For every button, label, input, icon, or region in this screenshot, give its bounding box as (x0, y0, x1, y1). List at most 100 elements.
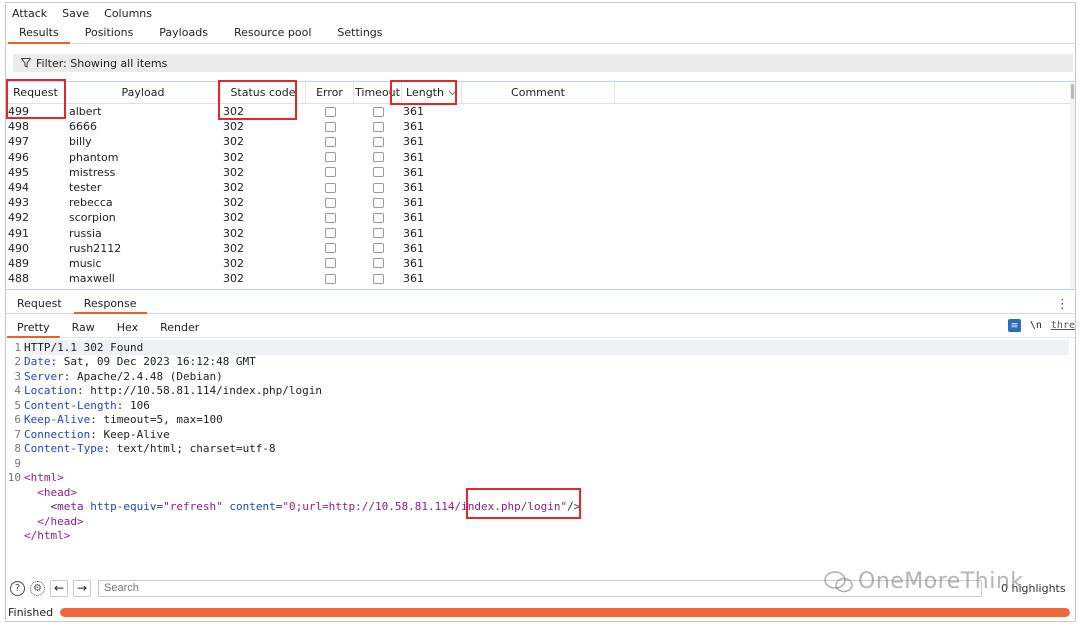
cell-request: 497 (8, 135, 29, 149)
error-checkbox[interactable] (324, 258, 336, 269)
tab-raw[interactable]: Raw (61, 321, 106, 337)
header-name: Date (24, 355, 51, 369)
cell-status-code: 302 (223, 256, 244, 270)
cell-payload: rebecca (69, 196, 113, 210)
table-row[interactable]: 493 rebecca 302 361 (6, 195, 1075, 210)
previous-arrow-icon[interactable]: ← (50, 579, 68, 597)
table-row[interactable]: 491 russia 302 361 (6, 226, 1075, 241)
timeout-checkbox[interactable] (372, 212, 384, 223)
column-header-payload[interactable]: Payload (66, 82, 221, 103)
error-checkbox[interactable] (324, 243, 336, 254)
table-row[interactable]: 498 6666 302 361 (6, 119, 1075, 134)
line-number: 6 (14, 413, 21, 427)
error-checkbox[interactable] (324, 136, 336, 147)
tab-render[interactable]: Render (149, 321, 210, 337)
status-line: HTTP/1.1 302 Found (24, 340, 144, 354)
table-row[interactable]: 489 music 302 361 (6, 256, 1075, 271)
timeout-checkbox[interactable] (372, 106, 384, 117)
cell-payload: mistress (69, 165, 116, 179)
menu-save[interactable]: Save (62, 7, 89, 20)
timeout-checkbox[interactable] (372, 167, 384, 178)
help-icon[interactable]: ? (10, 580, 25, 596)
column-header-timeout[interactable]: Timeout (354, 82, 402, 103)
menu-attack[interactable]: Attack (12, 7, 47, 20)
code-line: 10 <html> (6, 471, 1075, 486)
error-checkbox[interactable] (324, 228, 336, 239)
table-row[interactable]: 499 albert 302 361 (6, 104, 1075, 119)
column-header-comment[interactable]: Comment (462, 82, 615, 103)
tab-positions[interactable]: Positions (72, 26, 147, 43)
table-row[interactable]: 488 maxwell 302 361 (6, 271, 1075, 286)
cell-timeout (354, 271, 402, 286)
tab-request[interactable]: Request (6, 297, 73, 313)
error-checkbox[interactable] (324, 167, 336, 178)
table-row[interactable]: 496 phantom 302 361 (6, 150, 1075, 165)
line-number: 1 (14, 340, 21, 354)
cell-request: 495 (8, 165, 29, 179)
meta-value-refresh: "refresh" (163, 500, 223, 514)
code-line: </html> (6, 529, 1075, 544)
cell-timeout (354, 226, 402, 241)
timeout-checkbox[interactable] (372, 258, 384, 269)
menu-columns[interactable]: Columns (104, 7, 152, 20)
error-checkbox[interactable] (324, 197, 336, 208)
more-options-icon[interactable]: ⋮ (1056, 297, 1069, 312)
cell-timeout (354, 119, 402, 134)
meta-value-url-path: /index.php/login" (454, 500, 568, 514)
tab-resource-pool[interactable]: Resource pool (221, 26, 324, 43)
table-row[interactable]: 494 tester 302 361 (6, 180, 1075, 195)
code-line: 8 Content-Type: text/html; charset=utf-8 (6, 442, 1075, 457)
show-newlines-icon[interactable]: \n (1030, 320, 1042, 331)
error-checkbox[interactable] (324, 121, 336, 132)
cell-payload: russia (69, 226, 102, 240)
response-editor[interactable]: 1 HTTP/1.1 302 Found 2 Date: Sat, 09 Dec 2… (6, 340, 1075, 572)
meta-attr-http-equiv: http-equiv (90, 500, 157, 514)
settings-gear-icon[interactable]: ⚙ (30, 580, 45, 596)
error-checkbox[interactable] (324, 152, 336, 163)
code-line: 9 (6, 456, 1075, 471)
filter-bar[interactable]: Filter: Showing all items (13, 54, 1073, 72)
column-header-request[interactable]: Request (6, 82, 66, 103)
error-checkbox[interactable] (324, 212, 336, 223)
header-value: 106 (129, 398, 150, 412)
cell-comment (462, 195, 615, 210)
error-checkbox[interactable] (324, 273, 336, 284)
tab-results[interactable]: Results (6, 26, 72, 44)
tab-payloads[interactable]: Payloads (146, 26, 221, 43)
results-table: Request Payload Status code Error Timeou… (6, 81, 1075, 290)
code-line: 2 Date: Sat, 09 Dec 2023 16:12:48 GMT (6, 355, 1075, 370)
table-row[interactable]: 497 billy 302 361 (6, 134, 1075, 149)
cell-request: 489 (8, 256, 29, 270)
tab-response[interactable]: Response (73, 297, 148, 314)
tab-hex[interactable]: Hex (106, 321, 149, 337)
cell-filler (615, 165, 1075, 180)
inspector-toggle-icon[interactable]: thre (1051, 320, 1075, 331)
cell-comment (462, 210, 615, 225)
column-header-error[interactable]: Error (306, 82, 354, 103)
timeout-checkbox[interactable] (372, 152, 384, 163)
timeout-checkbox[interactable] (372, 182, 384, 193)
timeout-checkbox[interactable] (372, 136, 384, 147)
error-checkbox[interactable] (324, 182, 336, 193)
cell-length: 361 (403, 135, 424, 149)
cell-filler (615, 119, 1075, 134)
line-number: 9 (14, 456, 21, 470)
timeout-checkbox[interactable] (372, 197, 384, 208)
tab-settings[interactable]: Settings (324, 26, 395, 43)
timeout-checkbox[interactable] (372, 273, 384, 284)
timeout-checkbox[interactable] (372, 121, 384, 132)
error-checkbox[interactable] (324, 106, 336, 117)
table-row[interactable]: 495 mistress 302 361 (6, 165, 1075, 180)
table-row[interactable]: 490 rush2112 302 361 (6, 241, 1075, 256)
column-header-status-code[interactable]: Status code (221, 82, 306, 103)
word-wrap-icon[interactable]: ≡ (1007, 319, 1021, 332)
tab-pretty[interactable]: Pretty (6, 321, 61, 338)
results-scrollbar[interactable] (1070, 82, 1075, 289)
cell-payload: albert (69, 105, 102, 119)
timeout-checkbox[interactable] (372, 243, 384, 254)
timeout-checkbox[interactable] (372, 228, 384, 239)
table-row[interactable]: 492 scorpion 302 361 (6, 210, 1075, 225)
head-open-tag: <head> (37, 485, 77, 499)
next-arrow-icon[interactable]: → (73, 579, 91, 597)
column-header-length[interactable]: Length (402, 82, 462, 103)
